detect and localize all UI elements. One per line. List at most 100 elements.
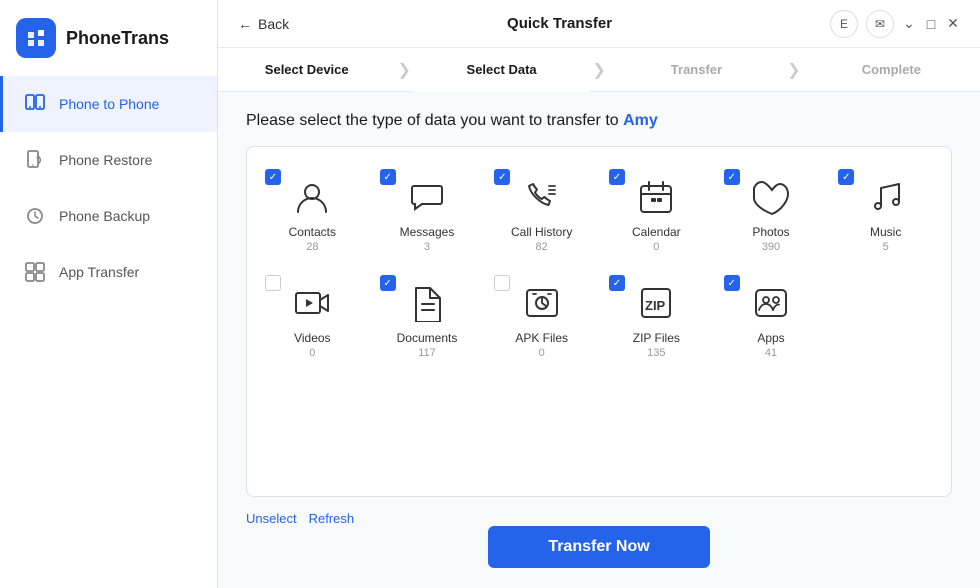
music-count: 5	[883, 241, 889, 253]
sidebar-item-phone-backup[interactable]: Phone Backup	[0, 188, 217, 244]
documents-icon	[405, 281, 449, 325]
photos-icon	[749, 175, 793, 219]
refresh-link[interactable]: Refresh	[309, 511, 355, 526]
prompt-prefix: Please select the type of data you want …	[246, 112, 623, 129]
documents-label: Documents	[397, 331, 458, 345]
maximize-button[interactable]: □	[924, 17, 938, 31]
sidebar-label-app-transfer: App Transfer	[59, 264, 139, 280]
messages-count: 3	[424, 241, 430, 253]
call-history-label: Call History	[511, 225, 572, 239]
sidebar-label-phone-restore: Phone Restore	[59, 152, 152, 168]
content-title: Please select the type of data you want …	[246, 112, 952, 130]
photos-label: Photos	[752, 225, 789, 239]
text-links: Unselect Refresh	[246, 511, 354, 526]
contacts-icon	[290, 175, 334, 219]
main-content: ← Back Quick Transfer E ✉ ⌄ □ ✕ Select D…	[218, 0, 980, 588]
call-history-count: 82	[536, 241, 548, 253]
call-history-icon	[520, 175, 564, 219]
step-select-data: Select Data	[413, 48, 590, 92]
apps-count: 41	[765, 347, 777, 359]
contacts-label: Contacts	[289, 225, 336, 239]
data-item-videos[interactable]: Videos 0	[259, 269, 366, 367]
data-item-call-history[interactable]: ✓ Call History 82	[488, 163, 595, 261]
zip-files-count: 135	[647, 347, 665, 359]
minimize-button[interactable]: ⌄	[902, 17, 916, 31]
apk-files-icon	[520, 281, 564, 325]
data-item-messages[interactable]: ✓ Messages 3	[374, 163, 481, 261]
data-grid-container: ✓ Contacts 28 ✓	[246, 146, 952, 497]
data-item-music[interactable]: ✓ Music 5	[832, 163, 939, 261]
data-item-apps[interactable]: ✓ Apps 41	[718, 269, 825, 367]
data-item-documents[interactable]: ✓ Documents 117	[374, 269, 481, 367]
unselect-link[interactable]: Unselect	[246, 511, 297, 526]
logo-icon	[16, 18, 56, 58]
zip-files-icon: ZIP	[634, 281, 678, 325]
videos-label: Videos	[294, 331, 330, 345]
data-item-contacts[interactable]: ✓ Contacts 28	[259, 163, 366, 261]
calendar-label: Calendar	[632, 225, 681, 239]
calendar-icon	[634, 175, 678, 219]
sidebar: PhoneTrans Phone to Phone	[0, 0, 218, 588]
checkbox-music[interactable]: ✓	[838, 169, 854, 185]
apps-icon	[749, 281, 793, 325]
data-grid: ✓ Contacts 28 ✓	[259, 163, 939, 367]
step-complete: Complete	[803, 48, 980, 92]
sidebar-label-phone-backup: Phone Backup	[59, 208, 150, 224]
apps-label: Apps	[757, 331, 784, 345]
checkbox-zip-files[interactable]: ✓	[609, 275, 625, 291]
target-name: Amy	[623, 112, 658, 129]
titlebar: ← Back Quick Transfer E ✉ ⌄ □ ✕	[218, 0, 980, 48]
data-item-apk-files[interactable]: APK Files 0	[488, 269, 595, 367]
checkbox-videos[interactable]	[265, 275, 281, 291]
documents-count: 117	[418, 347, 436, 359]
bottom-section: Unselect Refresh Transfer Now	[246, 503, 952, 568]
sidebar-item-phone-restore[interactable]: Phone Restore	[0, 132, 217, 188]
step-arrow-2: ❯	[590, 60, 607, 80]
app-transfer-icon	[23, 260, 47, 284]
step-transfer: Transfer	[608, 48, 785, 92]
checkbox-photos[interactable]: ✓	[724, 169, 740, 185]
steps-bar: Select Device ❯ Select Data ❯ Transfer ❯…	[218, 48, 980, 92]
step-select-device: Select Device	[218, 48, 395, 92]
checkbox-contacts[interactable]: ✓	[265, 169, 281, 185]
checkbox-messages[interactable]: ✓	[380, 169, 396, 185]
music-icon	[864, 175, 908, 219]
data-item-zip-files[interactable]: ✓ ZIP ZIP Files 135	[603, 269, 710, 367]
svg-text:ZIP: ZIP	[645, 298, 666, 313]
apk-files-label: APK Files	[515, 331, 568, 345]
avatar-label: E	[840, 17, 848, 31]
phone-backup-icon	[23, 204, 47, 228]
music-label: Music	[870, 225, 901, 239]
back-arrow-icon: ←	[238, 16, 252, 32]
checkbox-call-history[interactable]: ✓	[494, 169, 510, 185]
window-controls: E ✉ ⌄ □ ✕	[830, 10, 960, 38]
transfer-now-button[interactable]: Transfer Now	[488, 526, 709, 568]
data-item-photos[interactable]: ✓ Photos 390	[718, 163, 825, 261]
sidebar-nav: Phone to Phone Phone Restore Phone B	[0, 76, 217, 588]
step-arrow-1: ❯	[395, 60, 412, 80]
app-name: PhoneTrans	[66, 28, 169, 49]
zip-files-label: ZIP Files	[633, 331, 680, 345]
bottom-actions: Unselect Refresh	[246, 503, 952, 526]
checkbox-calendar[interactable]: ✓	[609, 169, 625, 185]
checkbox-documents[interactable]: ✓	[380, 275, 396, 291]
sidebar-label-phone-to-phone: Phone to Phone	[59, 96, 159, 112]
checkbox-apps[interactable]: ✓	[724, 275, 740, 291]
data-item-calendar[interactable]: ✓ Calendar 0	[603, 163, 710, 261]
calendar-count: 0	[653, 241, 659, 253]
messages-icon	[405, 175, 449, 219]
sidebar-item-phone-to-phone[interactable]: Phone to Phone	[0, 76, 217, 132]
app-logo: PhoneTrans	[0, 0, 217, 76]
close-button[interactable]: ✕	[946, 17, 960, 31]
photos-count: 390	[762, 241, 780, 253]
mail-icon[interactable]: ✉	[866, 10, 894, 38]
messages-label: Messages	[400, 225, 455, 239]
phone-restore-icon	[23, 148, 47, 172]
checkbox-apk-files[interactable]	[494, 275, 510, 291]
videos-icon	[290, 281, 334, 325]
apk-files-count: 0	[539, 347, 545, 359]
avatar-button[interactable]: E	[830, 10, 858, 38]
window-title: Quick Transfer	[507, 15, 612, 32]
sidebar-item-app-transfer[interactable]: App Transfer	[0, 244, 217, 300]
back-button[interactable]: ← Back	[238, 16, 289, 32]
